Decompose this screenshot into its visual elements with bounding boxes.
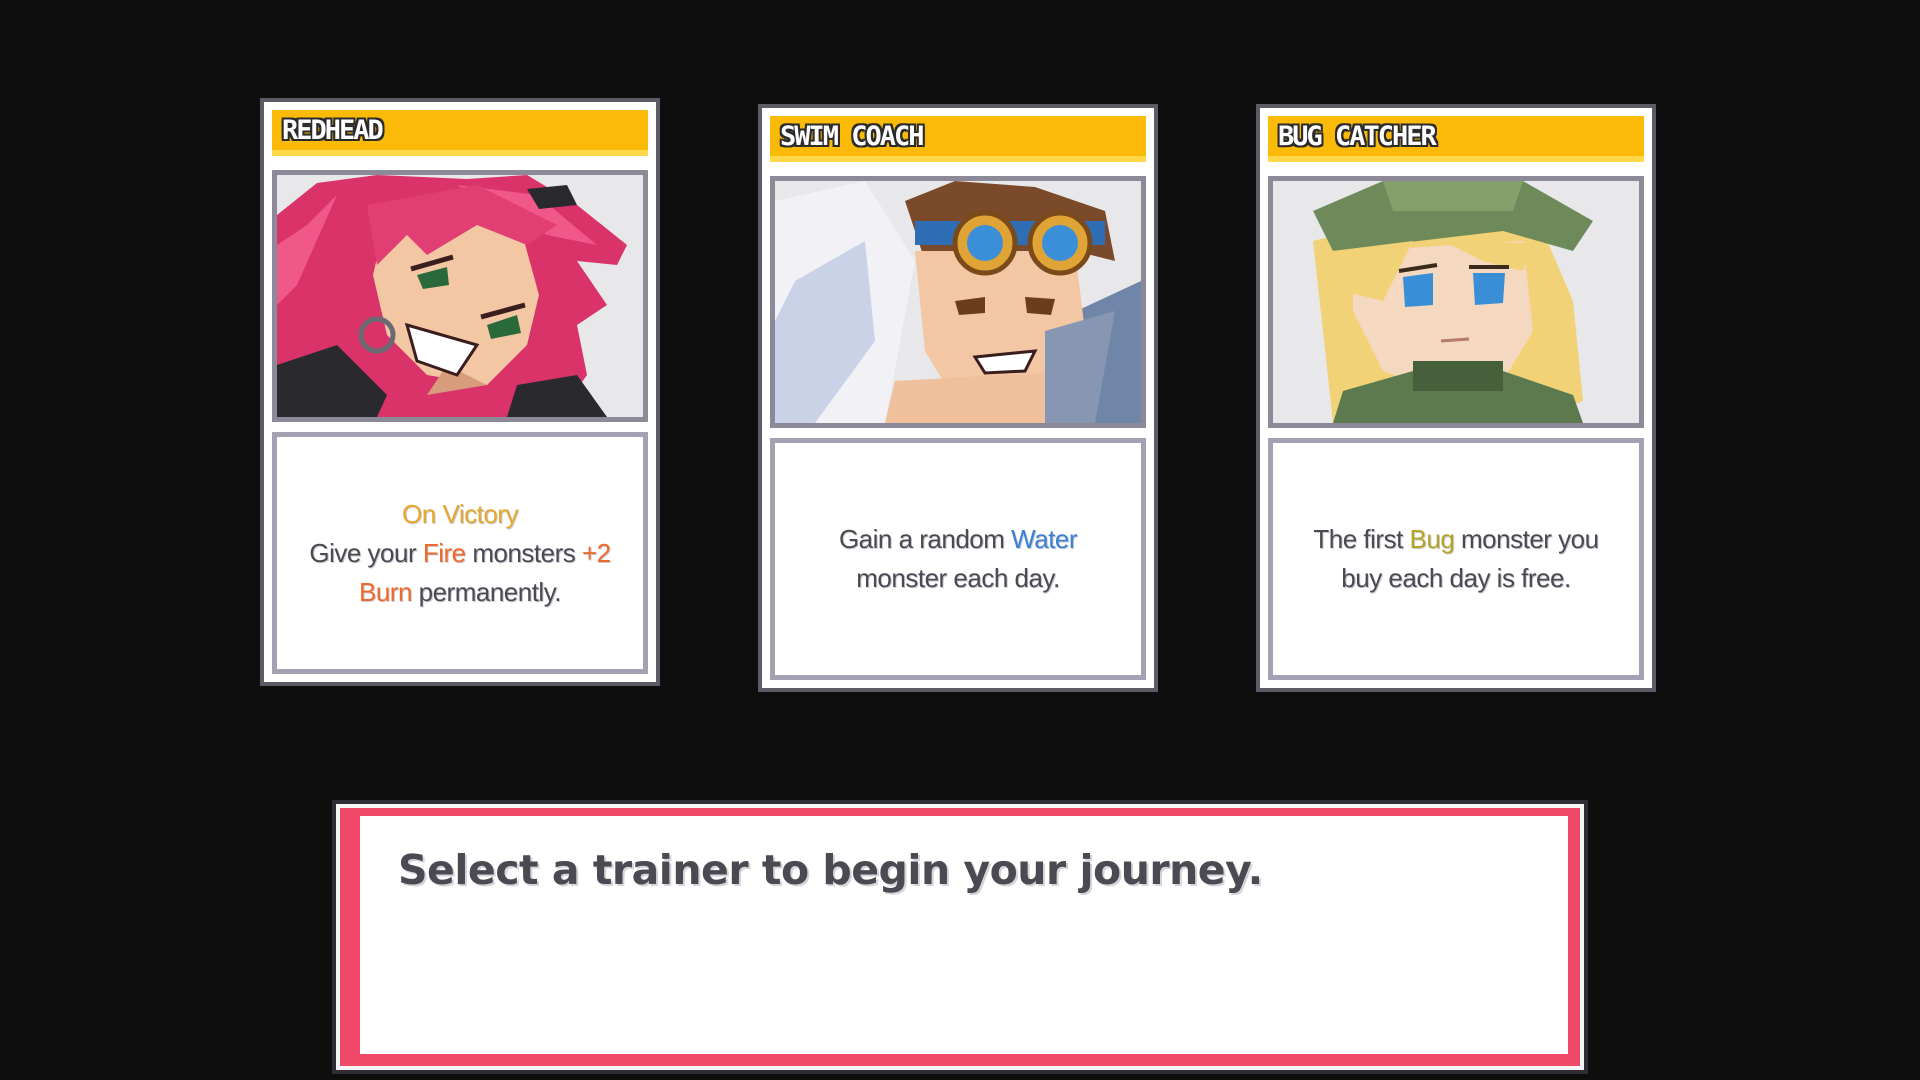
trainer-description: On Victory Give your Fire monsters +2 Bu…	[272, 432, 648, 674]
desc-text: Give your	[309, 537, 423, 568]
desc-text: monster each day.	[856, 563, 1060, 593]
trainer-name: SWIM COACH	[780, 120, 925, 152]
type-keyword-water: Water	[1011, 524, 1078, 554]
trainer-card-bug-catcher[interactable]: BUG CATCHER The first Bug monster you bu…	[1256, 104, 1656, 692]
trainer-name: REDHEAD	[282, 114, 384, 146]
trainer-portrait-bug-catcher	[1268, 176, 1644, 428]
desc-text: permanently.	[411, 576, 562, 607]
card-header: SWIM COACH	[770, 116, 1146, 162]
trainer-select-screen: REDHEAD On Victory Give your Fire monste…	[0, 0, 1920, 1080]
desc-text: monsters	[465, 537, 582, 568]
trainer-description: The first Bug monster you buy each day i…	[1268, 438, 1644, 680]
trainer-portrait-redhead	[272, 170, 648, 422]
trainer-card-redhead[interactable]: REDHEAD On Victory Give your Fire monste…	[260, 98, 660, 686]
type-keyword-bug: Bug	[1409, 524, 1455, 554]
dialog-message: Select a trainer to begin your journey.	[398, 846, 1263, 894]
desc-text: Gain a random	[838, 524, 1012, 554]
dialog-border: Select a trainer to begin your journey.	[340, 808, 1580, 1066]
type-keyword-fire: Fire	[422, 537, 466, 568]
card-header: BUG CATCHER	[1268, 116, 1644, 162]
card-header: REDHEAD	[272, 110, 648, 156]
trainer-description: Gain a random Water monster each day.	[770, 438, 1146, 680]
dialog-inner: Select a trainer to begin your journey.	[360, 816, 1568, 1054]
desc-text: The first	[1313, 524, 1410, 554]
trainer-portrait-swim-coach	[770, 176, 1146, 428]
dialog-box: Select a trainer to begin your journey.	[332, 800, 1588, 1074]
trainer-name: BUG CATCHER	[1278, 120, 1437, 152]
trigger-label: On Victory	[402, 498, 518, 529]
trainer-card-swim-coach[interactable]: SWIM COACH Gain a random Water monster e…	[758, 104, 1158, 692]
